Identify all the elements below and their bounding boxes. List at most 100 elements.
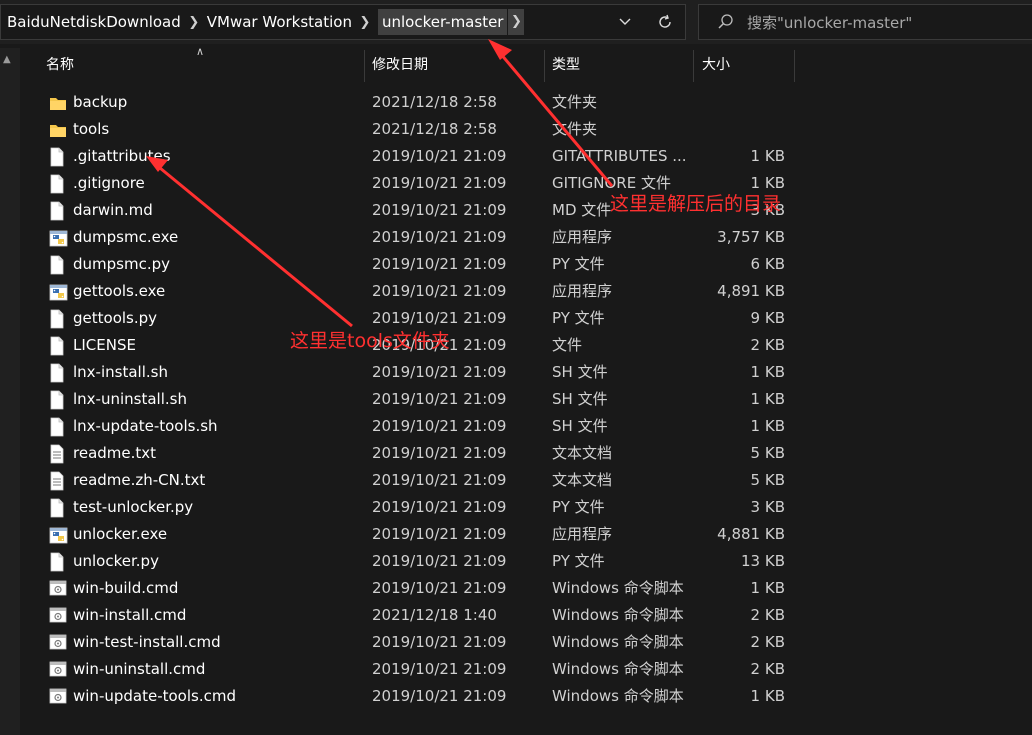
file-row-dumpsmc-exe[interactable]: dumpsmc.exe 2019/10/21 21:09 应用程序 3,757 KB	[20, 224, 1032, 251]
file-row-dumpsmc-py[interactable]: dumpsmc.py 2019/10/21 21:09 PY 文件 6 KB	[20, 251, 1032, 278]
file-name: lnx-uninstall.sh	[73, 390, 187, 408]
file-row-gitattributes[interactable]: .gitattributes 2019/10/21 21:09 GITATTRIBU…	[20, 143, 1032, 170]
file-modified-date: 2019/10/21 21:09	[372, 417, 507, 435]
file-size: 5 KB	[750, 471, 785, 489]
file-list: backup 2021/12/18 2:58 文件夹 tools 2021/12/18 …	[20, 89, 1032, 710]
file-type: GITATTRIBUTES ...	[552, 147, 687, 165]
navigation-pane-scrollbar[interactable]: ▲	[0, 48, 20, 735]
file-type: MD 文件	[552, 201, 612, 219]
file-row-test-unlocker-py[interactable]: test-unlocker.py 2019/10/21 21:09 PY 文件 3 K…	[20, 494, 1032, 521]
file-modified-date: 2021/12/18 2:58	[372, 93, 497, 111]
column-divider[interactable]	[544, 50, 545, 82]
file-modified-date: 2019/10/21 21:09	[372, 579, 507, 597]
file-size: 2 KB	[750, 336, 785, 354]
file-name: .gitattributes	[73, 147, 171, 165]
file-name: dumpsmc.exe	[73, 228, 179, 246]
text-file-icon	[49, 444, 69, 464]
breadcrumb-item-unlocker-master[interactable]: unlocker-master	[377, 9, 508, 35]
folder-icon	[49, 120, 69, 140]
file-row-readme-zh-cn-txt[interactable]: readme.zh-CN.txt 2019/10/21 21:09 文本文档 5 KB	[20, 467, 1032, 494]
file-size: 2 KB	[750, 606, 785, 624]
file-type: Windows 命令脚本	[552, 687, 684, 705]
refresh-icon	[659, 14, 671, 28]
file-row-license[interactable]: LICENSE 2019/10/21 21:09 文件 2 KB	[20, 332, 1032, 359]
file-type: 文本文档	[552, 471, 613, 489]
scroll-up-icon[interactable]: ▲	[3, 54, 11, 65]
file-size: 2 KB	[750, 633, 785, 651]
file-type: 应用程序	[552, 228, 613, 246]
file-row-tools[interactable]: tools 2021/12/18 2:58 文件夹	[20, 116, 1032, 143]
file-name: unlocker.py	[73, 552, 159, 570]
file-row-readme-txt[interactable]: readme.txt 2019/10/21 21:09 文本文档 5 KB	[20, 440, 1032, 467]
breadcrumb-item-baidunetdiskdownload[interactable]: BaiduNetdiskDownload	[7, 13, 181, 31]
file-row-gitignore[interactable]: .gitignore 2019/10/21 21:09 GITIGNORE 文件 1 …	[20, 170, 1032, 197]
column-header-type[interactable]: 类型	[552, 48, 692, 84]
file-name: .gitignore	[73, 174, 145, 192]
file-size: 1 KB	[750, 390, 785, 408]
file-row-backup[interactable]: backup 2021/12/18 2:58 文件夹	[20, 89, 1032, 116]
file-icon	[49, 390, 69, 410]
file-size: 3,757 KB	[717, 228, 785, 246]
file-type: PY 文件	[552, 255, 605, 273]
file-modified-date: 2019/10/21 21:09	[372, 390, 507, 408]
file-row-unlocker-py[interactable]: unlocker.py 2019/10/21 21:09 PY 文件 13 KB	[20, 548, 1032, 575]
file-row-unlocker-exe[interactable]: unlocker.exe 2019/10/21 21:09 应用程序 4,881 KB	[20, 521, 1032, 548]
refresh-button[interactable]	[647, 5, 683, 39]
breadcrumb-item-vmwar-workstation[interactable]: VMwar Workstation	[207, 13, 352, 31]
file-modified-date: 2019/10/21 21:09	[372, 552, 507, 570]
file-row-darwin-md[interactable]: darwin.md 2019/10/21 21:09 MD 文件 3 KB	[20, 197, 1032, 224]
file-name: gettools.exe	[73, 282, 166, 300]
file-row-lnx-uninstall-sh[interactable]: lnx-uninstall.sh 2019/10/21 21:09 SH 文件 1 K…	[20, 386, 1032, 413]
file-modified-date: 2021/12/18 2:58	[372, 120, 497, 138]
file-name: unlocker.exe	[73, 525, 168, 543]
file-modified-date: 2019/10/21 21:09	[372, 174, 507, 192]
file-modified-date: 2019/10/21 21:09	[372, 471, 507, 489]
column-header-date[interactable]: 修改日期	[372, 48, 542, 84]
file-type: 文件夹	[552, 120, 598, 138]
address-history-dropdown[interactable]	[607, 5, 643, 39]
column-divider[interactable]	[794, 50, 795, 82]
file-row-win-uninstall-cmd[interactable]: win-uninstall.cmd 2019/10/21 21:09 Windows…	[20, 656, 1032, 683]
file-row-lnx-install-sh[interactable]: lnx-install.sh 2019/10/21 21:09 SH 文件 1 KB	[20, 359, 1032, 386]
address-bar[interactable]: BaiduNetdiskDownload ❯ VMwar Workstation…	[0, 4, 686, 40]
chevron-right-icon[interactable]: ❯	[508, 9, 525, 35]
search-box[interactable]	[698, 4, 1032, 40]
file-type: 文件	[552, 336, 583, 354]
file-name: win-test-install.cmd	[73, 633, 221, 651]
column-divider[interactable]	[364, 50, 365, 82]
file-name: dumpsmc.py	[73, 255, 171, 273]
file-row-gettools-py[interactable]: gettools.py 2019/10/21 21:09 PY 文件 9 KB	[20, 305, 1032, 332]
file-row-win-install-cmd[interactable]: win-install.cmd 2021/12/18 1:40 Windows 命令…	[20, 602, 1032, 629]
file-type: Windows 命令脚本	[552, 633, 684, 651]
file-row-win-update-tools-cmd[interactable]: win-update-tools.cmd 2019/10/21 21:09 Wind…	[20, 683, 1032, 710]
column-headers: ∧ 名称 修改日期 类型 大小	[20, 45, 1032, 84]
file-name: LICENSE	[73, 336, 136, 354]
file-modified-date: 2021/12/18 1:40	[372, 606, 497, 624]
annotation-extracted-dir: 这里是解压后的目录	[610, 193, 782, 215]
file-size	[680, 116, 785, 143]
file-icon	[49, 417, 69, 437]
column-header-size[interactable]: 大小	[702, 48, 792, 84]
breadcrumb: BaiduNetdiskDownload ❯ VMwar Workstation…	[7, 5, 525, 39]
chevron-down-icon	[619, 18, 631, 25]
file-row-lnx-update-tools-sh[interactable]: lnx-update-tools.sh 2019/10/21 21:09 SH 文件…	[20, 413, 1032, 440]
chevron-right-icon[interactable]: ❯	[352, 15, 378, 30]
file-modified-date: 2019/10/21 21:09	[372, 147, 507, 165]
file-row-win-build-cmd[interactable]: win-build.cmd 2019/10/21 21:09 Windows 命令脚…	[20, 575, 1032, 602]
file-type: PY 文件	[552, 498, 605, 516]
file-size: 6 KB	[750, 255, 785, 273]
file-size: 13 KB	[741, 552, 785, 570]
file-name: lnx-install.sh	[73, 363, 168, 381]
file-icon	[49, 147, 69, 167]
column-header-name[interactable]: 名称	[46, 48, 364, 84]
file-row-win-test-install-cmd[interactable]: win-test-install.cmd 2019/10/21 21:09 Wind…	[20, 629, 1032, 656]
file-row-gettools-exe[interactable]: gettools.exe 2019/10/21 21:09 应用程序 4,891 KB	[20, 278, 1032, 305]
chevron-right-icon[interactable]: ❯	[181, 15, 207, 30]
file-modified-date: 2019/10/21 21:09	[372, 633, 507, 651]
file-type: SH 文件	[552, 390, 608, 408]
file-name: darwin.md	[73, 201, 153, 219]
file-size: 2 KB	[750, 660, 785, 678]
file-type: Windows 命令脚本	[552, 606, 684, 624]
search-input[interactable]	[745, 8, 1029, 38]
column-divider[interactable]	[693, 50, 694, 82]
